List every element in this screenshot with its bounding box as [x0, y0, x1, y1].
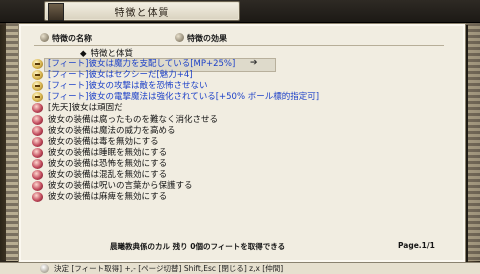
title-bar: 特徴と体質	[0, 0, 480, 23]
header-orb-icon	[40, 33, 49, 42]
feat-gem-icon	[32, 92, 43, 103]
feat-gem-icon	[32, 59, 43, 69]
trait-gem-icon	[32, 125, 43, 136]
title-tab: 特徴と体質	[44, 1, 240, 21]
feat-row[interactable]: [フィート]彼女はセクシーだ[魅力+4]	[32, 70, 332, 81]
feat-row-label: 彼女の装備は魔法の威力を高める	[48, 125, 176, 136]
trait-gem-icon	[32, 192, 43, 203]
header-divider	[34, 45, 444, 46]
feat-row[interactable]: 彼女の装備は恐怖を無効にする	[32, 158, 332, 170]
feat-row[interactable]: 彼女の装備は腐ったものを難なく消化させる	[32, 114, 332, 126]
feat-row[interactable]: 彼女の装備は睡眠を無効にする	[32, 147, 332, 159]
feat-row[interactable]: 彼女の装備は毒を無効にする	[32, 136, 332, 148]
controller-icon	[40, 264, 49, 273]
feat-row[interactable]: [フィート]彼女の電撃魔法は強化されている[+50% ボール標的指定可]	[32, 92, 332, 103]
feat-row-label: 彼女の装備は腐ったものを難なく消化させる	[48, 114, 219, 125]
help-bar: 決定 [フィート取得] +,- [ページ切替] Shift,Esc [閉じる] …	[0, 262, 480, 274]
feat-row-label: 彼女の装備は混乱を無効にする	[48, 170, 168, 180]
feat-row[interactable]: 彼女の装備は麻痺を無効にする	[32, 192, 332, 203]
feat-row-label: [フィート]彼女の攻撃は敵を恐怖させない	[48, 81, 208, 92]
column-header-name-label: 特徴の名称	[52, 34, 92, 43]
feat-gem-icon	[32, 81, 43, 92]
feat-row[interactable]: 彼女の装備は混乱を無効にする	[32, 170, 332, 181]
feat-row[interactable]: [先天]彼女は頑固だ	[32, 103, 332, 114]
trait-gem-icon	[32, 103, 43, 114]
trait-gem-icon	[32, 170, 43, 180]
trait-gem-icon	[32, 181, 43, 192]
feat-row[interactable]: 彼女の装備は呪いの言葉から保護する	[32, 181, 332, 192]
feat-row-label: 彼女の装備は恐怖を無効にする	[48, 158, 168, 169]
feat-row[interactable]: [フィート]彼女は魔力を支配している[MP+25%]	[32, 58, 332, 72]
feat-row[interactable]: [フィート]彼女の攻撃は敵を恐怖させない	[32, 81, 332, 92]
trait-gem-icon	[32, 114, 43, 125]
trait-gem-icon	[32, 147, 43, 158]
remaining-feats-status: 晨曦教典係のカル 残り 0個のフィートを取得できる	[110, 242, 286, 251]
feat-row-label: 彼女の装備は睡眠を無効にする	[48, 147, 168, 158]
page-number: Page.1/1	[398, 241, 435, 250]
trait-gem-icon	[32, 136, 43, 147]
feat-row-label: 彼女の装備は麻痺を無効にする	[48, 192, 168, 203]
selection-arrow-icon: ➔	[250, 58, 258, 68]
feat-row-label: [フィート]彼女の電撃魔法は強化されている[+50% ボール標的指定可]	[48, 92, 320, 103]
trait-gem-icon	[32, 158, 43, 169]
column-header-effect-label: 特徴の効果	[187, 34, 227, 43]
feat-row-label: 彼女の装備は呪いの言葉から保護する	[48, 181, 193, 192]
help-text: 決定 [フィート取得] +,- [ページ切替] Shift,Esc [閉じる] …	[54, 264, 284, 273]
window-title: 特徴と体質	[114, 8, 170, 19]
feat-gem-icon	[32, 70, 43, 81]
feat-row-label: [フィート]彼女はセクシーだ[魅力+4]	[48, 70, 193, 81]
header-orb-icon	[175, 33, 184, 42]
feat-row-label: [先天]彼女は頑固だ	[48, 103, 123, 114]
feat-row-label: [フィート]彼女は魔力を支配している[MP+25%]	[48, 59, 236, 69]
right-rail	[466, 23, 480, 261]
column-header-effect: 特徴の効果	[175, 33, 295, 45]
column-header-name: 特徴の名称	[40, 33, 160, 45]
feat-row-label: 彼女の装備は毒を無効にする	[48, 136, 159, 147]
feat-row[interactable]: 彼女の装備は魔法の威力を高める	[32, 125, 332, 137]
